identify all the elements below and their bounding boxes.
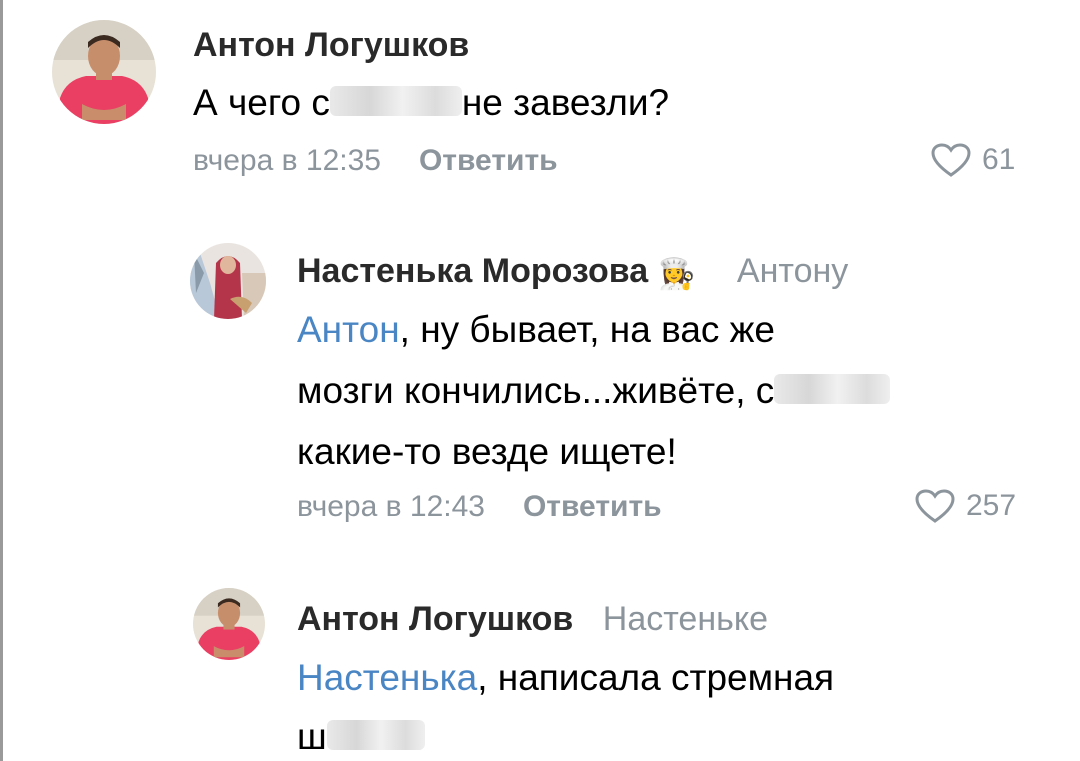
comment-text-line-2: ш xyxy=(297,716,425,758)
heart-icon xyxy=(915,489,955,523)
comment-text-line-1: Антон, ну бывает, на вас же xyxy=(297,309,775,351)
author-name[interactable]: Антон Логушков Настеньке xyxy=(297,600,768,639)
like-count: 257 xyxy=(966,489,1017,522)
reply-button[interactable]: Ответить xyxy=(419,144,558,177)
text-line-1: , ну бывает, на вас же xyxy=(399,309,776,350)
reply-to-link[interactable]: Антону xyxy=(737,252,848,290)
chef-emoji-icon: 👩‍🍳 xyxy=(658,258,696,291)
mention-link[interactable]: Антон xyxy=(297,309,400,350)
author-name[interactable]: Антон Логушков xyxy=(193,26,469,65)
comment-text-line-3: какие-то везде ищете! xyxy=(297,431,677,472)
text-line-2: мозги кончились...живёте, с xyxy=(297,370,775,411)
author-name[interactable]: Настенька Морозова 👩‍🍳 Антону xyxy=(297,252,848,292)
timestamp: вчера в 12:35 xyxy=(193,144,381,177)
text-before-blur: А чего с xyxy=(193,82,330,123)
text-after-blur: не завезли? xyxy=(461,82,670,123)
like-button[interactable]: 257 xyxy=(914,488,1016,524)
blurred-word xyxy=(774,374,891,405)
author-name-text: Настенька Морозова xyxy=(297,252,649,290)
comment-text: А чего с не завезли? xyxy=(193,82,669,124)
comment-meta: вчера в 12:35 Ответить xyxy=(193,144,558,178)
avatar[interactable] xyxy=(193,588,265,660)
blurred-word xyxy=(326,720,425,751)
blurred-word xyxy=(329,86,462,117)
like-button[interactable]: 61 xyxy=(930,142,1015,178)
author-name-text: Антон Логушков xyxy=(297,600,574,638)
comment-text-line-2: мозги кончились...живёте, с xyxy=(297,370,891,412)
comment-text-line-1: Настенька, написала стремная xyxy=(297,657,834,699)
reply-to-link[interactable]: Настеньке xyxy=(603,600,768,638)
avatar[interactable] xyxy=(190,243,266,319)
left-border xyxy=(0,0,3,761)
text-line-1: , написала стремная xyxy=(477,657,835,698)
timestamp: вчера в 12:43 xyxy=(297,490,485,523)
avatar[interactable] xyxy=(52,20,156,124)
like-count: 61 xyxy=(982,143,1016,176)
comment-meta: вчера в 12:43 Ответить xyxy=(297,490,662,524)
heart-icon xyxy=(931,143,971,177)
mention-link[interactable]: Настенька xyxy=(297,657,477,698)
text-line-2: ш xyxy=(297,716,327,757)
reply-button[interactable]: Ответить xyxy=(523,490,662,523)
